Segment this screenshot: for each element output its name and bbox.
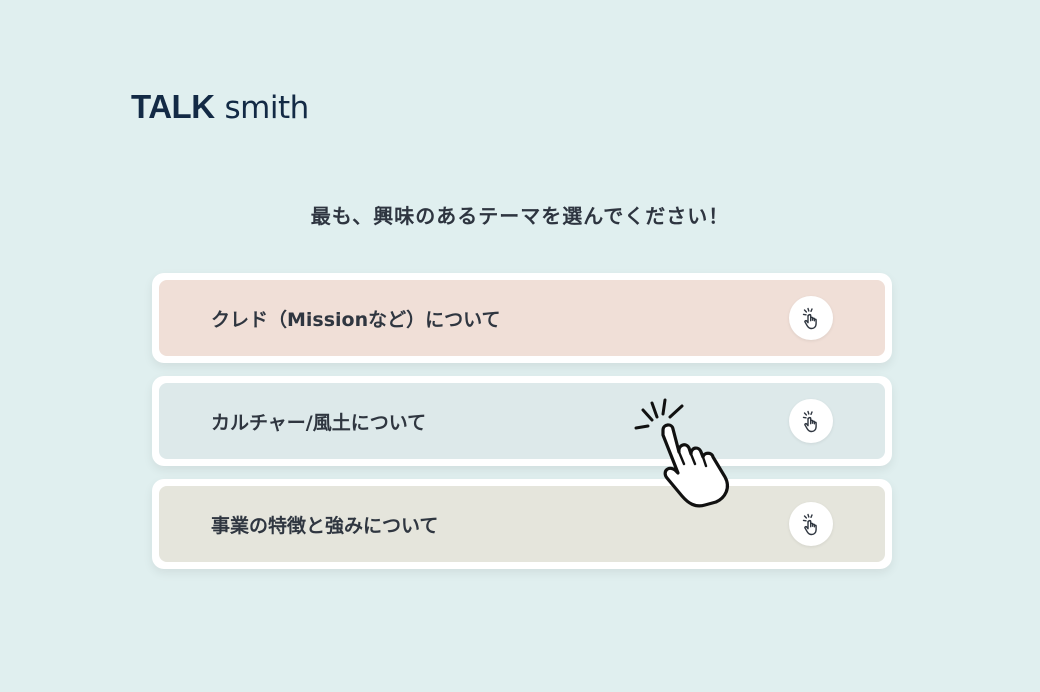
theme-option-credo-label: クレド（Missionなど）について bbox=[211, 308, 501, 331]
tap-hand-icon[interactable] bbox=[789, 399, 833, 443]
brand-logo-bold: TALK bbox=[131, 88, 215, 125]
theme-option-business-label: 事業の特徴と強みについて bbox=[211, 514, 439, 537]
tap-hand-icon[interactable] bbox=[789, 502, 833, 546]
theme-option-culture-panel[interactable]: カルチャー/風土について bbox=[159, 383, 885, 459]
theme-option-culture-label: カルチャー/風土について bbox=[211, 411, 427, 434]
theme-option-credo[interactable]: クレド（Missionなど）について bbox=[152, 273, 892, 363]
tap-hand-icon[interactable] bbox=[789, 296, 833, 340]
theme-option-business[interactable]: 事業の特徴と強みについて bbox=[152, 479, 892, 569]
theme-option-list: クレド（Missionなど）について カルチャー/風土について 事業の特徴と強み… bbox=[152, 273, 892, 582]
theme-option-credo-panel[interactable]: クレド（Missionなど）について bbox=[159, 280, 885, 356]
theme-option-culture[interactable]: カルチャー/風土について bbox=[152, 376, 892, 466]
brand-logo: TALK smith bbox=[131, 88, 309, 128]
question-prompt: 最も、興味のあるテーマを選んでください！ bbox=[310, 204, 730, 228]
theme-option-business-panel[interactable]: 事業の特徴と強みについて bbox=[159, 486, 885, 562]
brand-logo-light: smith bbox=[224, 90, 310, 126]
